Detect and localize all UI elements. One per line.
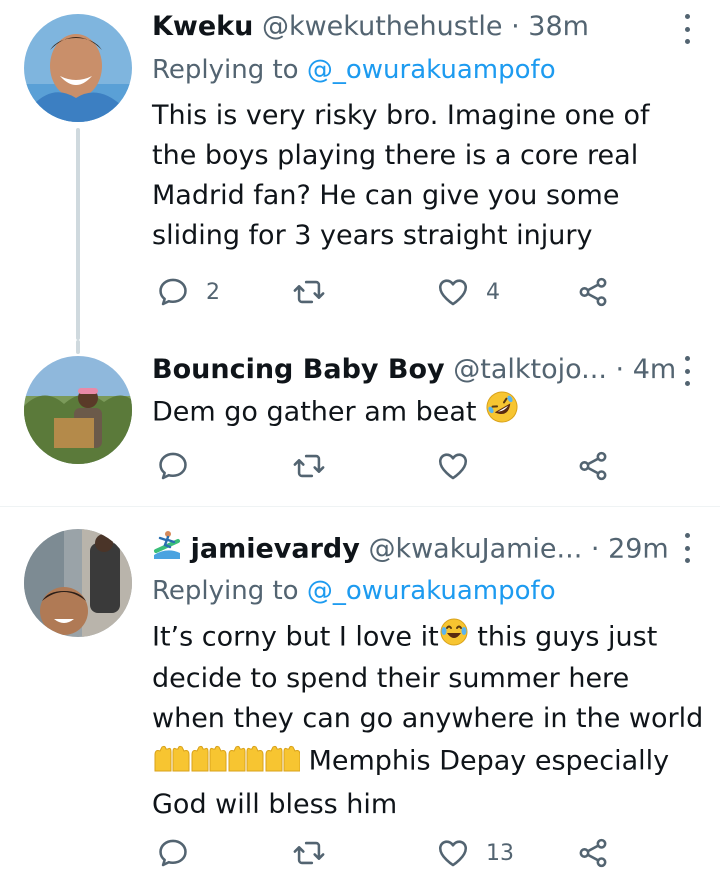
avatar[interactable] (24, 356, 132, 464)
action-bar: 2 4 (152, 272, 632, 312)
like-count: 13 (486, 840, 514, 866)
tweet-header: Bouncing Baby Boy @talktojo... · 4m (152, 350, 700, 390)
retweet-button[interactable] (292, 446, 326, 486)
like-button[interactable]: 13 (436, 833, 514, 873)
tweet-kweku[interactable]: Kweku @kwekuthehustle · 38m Replying to … (0, 0, 720, 340)
tweet-text-part: this guys just (468, 621, 658, 653)
replying-prefix: Replying to (152, 55, 299, 85)
tweet-text-part: Memphis Depay especially (300, 745, 670, 777)
reply-icon (159, 839, 187, 867)
heart-icon (438, 840, 468, 867)
heart-icon (438, 453, 468, 480)
rolling-on-floor-laughing-emoji (485, 390, 519, 436)
like-count: 4 (486, 279, 500, 305)
tweet-header: jamievardy @kwakuJamie... · 29m (152, 529, 700, 569)
share-button[interactable] (576, 833, 610, 873)
thread-line (76, 128, 80, 340)
retweet-icon (293, 841, 325, 865)
user-handle[interactable]: @talktojo... (453, 354, 607, 385)
tweet-text: This is very risky bro. Imagine one of t… (152, 100, 650, 251)
reply-button[interactable] (156, 833, 190, 873)
more-options-icon[interactable] (682, 356, 692, 386)
separator: · (511, 11, 520, 42)
share-icon (579, 838, 607, 868)
face-with-tears-of-joy-emoji (439, 617, 469, 659)
timestamp[interactable]: 4m (633, 354, 676, 385)
reply-icon (159, 452, 187, 480)
retweet-icon (293, 280, 325, 304)
replying-to: Replying to @_owurakuampofo (152, 571, 556, 611)
share-icon (579, 451, 607, 481)
more-options-icon[interactable] (682, 14, 692, 44)
share-icon (579, 277, 607, 307)
share-button[interactable] (576, 446, 610, 486)
raising-hands-emoji-group (152, 739, 301, 785)
tweet-line: decide to spend their summer here (152, 663, 630, 694)
user-handle[interactable]: @kwekuthehustle (262, 11, 503, 42)
thread-line (76, 340, 80, 354)
tweet-text-content: Dem go gather am beat (152, 396, 477, 428)
separator: · (590, 533, 600, 565)
tweet-text: Dem go gather am beat (152, 390, 702, 436)
replying-to: Replying to @_owurakuampofo (152, 50, 556, 90)
tweet-line: Memphis Depay especially (152, 739, 702, 785)
tweet-line: God will bless him (152, 789, 398, 820)
retweet-button[interactable] (292, 833, 326, 873)
reply-button[interactable]: 2 (156, 272, 220, 312)
more-options-icon[interactable] (682, 533, 692, 563)
like-button[interactable]: 4 (436, 272, 500, 312)
reply-button[interactable] (156, 446, 190, 486)
replying-handle-link[interactable]: @_owurakuampofo (307, 576, 556, 606)
display-name[interactable]: jamievardy (191, 534, 360, 565)
surfer-emoji (152, 529, 182, 571)
reply-count: 2 (206, 279, 220, 305)
display-name[interactable]: Kweku (152, 11, 253, 42)
user-handle[interactable]: @kwakuJamie... (368, 534, 582, 565)
tweet-header: Kweku @kwekuthehustle · 38m (152, 7, 700, 47)
action-bar: 13 (152, 833, 632, 873)
tweet-bouncing-baby-boy[interactable]: Bouncing Baby Boy @talktojo... · 4m Dem … (0, 340, 720, 505)
tweet-text: It’s corny but I love it this guys just … (152, 617, 704, 825)
avatar[interactable] (24, 529, 132, 637)
retweet-button[interactable] (292, 272, 326, 312)
reply-icon (159, 278, 187, 306)
tweet-text-part: It’s corny but I love it (152, 621, 439, 653)
separator: · (615, 354, 625, 385)
replying-prefix: Replying to (152, 576, 299, 606)
heart-icon (438, 279, 468, 306)
display-name[interactable]: Bouncing Baby Boy (152, 354, 445, 385)
like-button[interactable] (436, 446, 470, 486)
action-bar (152, 446, 632, 486)
tweet-line: It’s corny but I love it this guys just (152, 617, 702, 659)
timestamp[interactable]: 29m (608, 534, 669, 565)
tweet-line: when they can go anywhere in the world (152, 703, 704, 734)
share-button[interactable] (576, 272, 610, 312)
tweet-jamievardy[interactable]: jamievardy @kwakuJamie... · 29m Replying… (0, 507, 720, 878)
retweet-icon (293, 454, 325, 478)
timestamp[interactable]: 38m (528, 11, 589, 42)
replying-handle-link[interactable]: @_owurakuampofo (307, 55, 556, 85)
avatar[interactable] (24, 14, 132, 122)
